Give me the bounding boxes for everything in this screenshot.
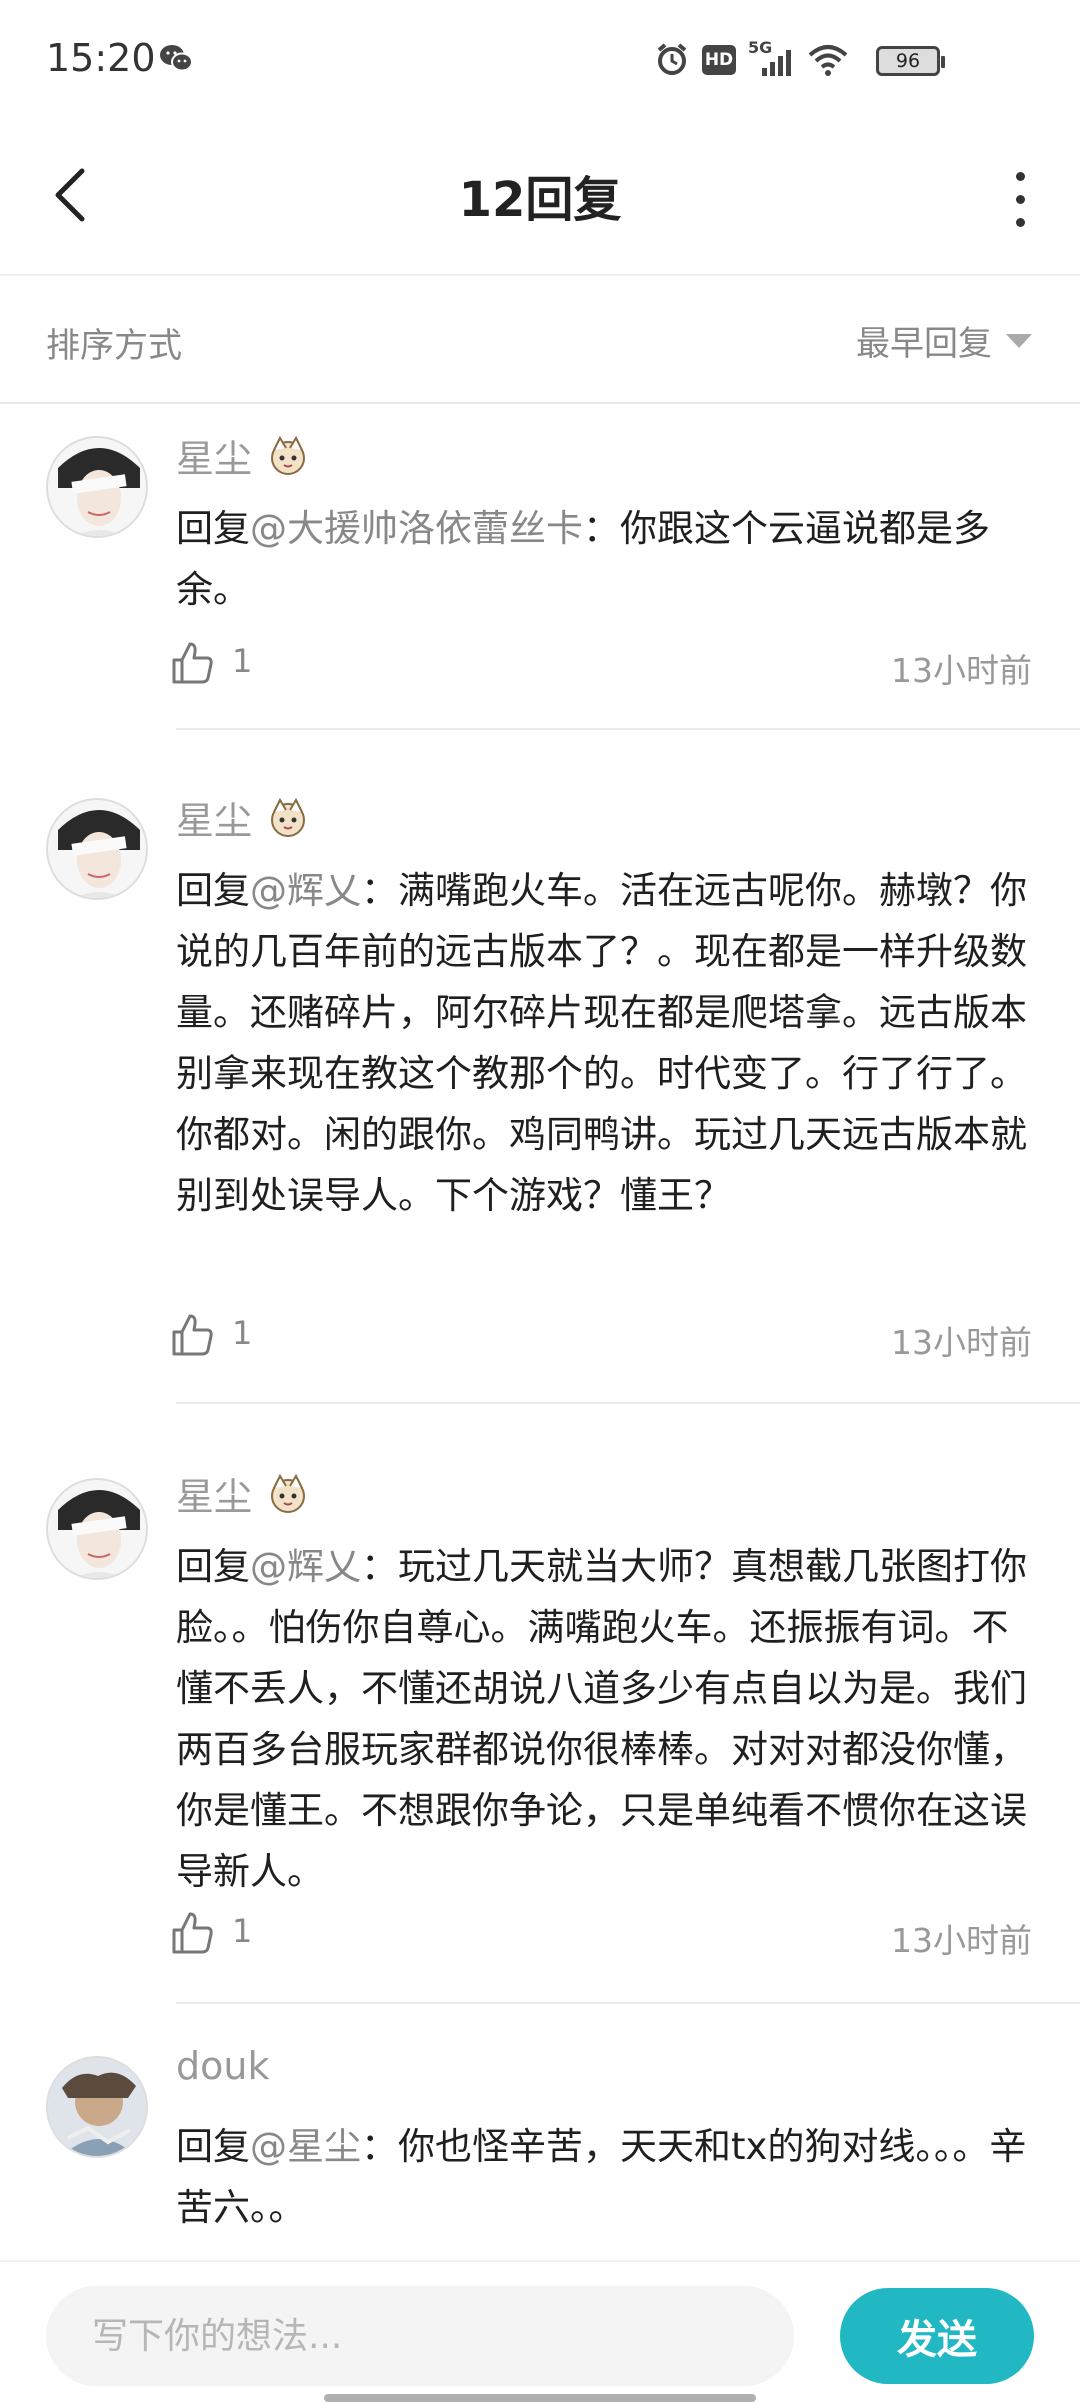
list-item: 星尘 回复@辉乂：玩过几天就当大师？真想截几张图打你脸。。怕伤你自尊心。满嘴跑火…	[0, 1404, 1080, 2004]
thumbs-up-icon[interactable]	[170, 1312, 214, 1358]
mention-link[interactable]: @辉乂	[250, 869, 361, 912]
avatar[interactable]	[46, 2056, 148, 2158]
reply-content: 回复@辉乂：玩过几天就当大师？真想截几张图打你脸。。怕伤你自尊心。满嘴跑火车。还…	[176, 1545, 1027, 1893]
like-count: 1	[232, 1912, 253, 1950]
mention-link[interactable]: @大援帅洛依蕾丝卡	[250, 507, 583, 550]
alarm-icon	[657, 43, 687, 75]
timestamp: 13小时前	[891, 1921, 1032, 1960]
username[interactable]: 星尘	[176, 1466, 252, 1521]
avatar[interactable]	[46, 1478, 148, 1580]
user-badge-icon	[271, 435, 306, 475]
reply-input[interactable]	[46, 2286, 794, 2386]
reply-footer: 1 13小时前	[170, 634, 1036, 694]
reply-footer: 1 13小时前	[170, 1306, 1036, 1366]
mention-link[interactable]: @星尘	[250, 2125, 361, 2168]
nav-bar: 12回复	[0, 120, 1080, 276]
home-indicator[interactable]	[324, 2394, 756, 2402]
battery-level: 96	[895, 50, 921, 72]
user-badge-icon	[271, 1473, 306, 1513]
dropdown-triangle-icon	[1006, 333, 1032, 348]
thumbs-up-icon[interactable]	[170, 640, 214, 686]
reply-footer: 1 13小时前	[170, 1904, 1036, 1964]
timestamp: 13小时前	[891, 651, 1032, 690]
wifi-icon	[808, 45, 848, 76]
page-title: 12回复	[458, 172, 622, 228]
status-time: 15:20	[46, 36, 156, 80]
avatar[interactable]	[46, 436, 148, 538]
reply-content: 回复@辉乂：满嘴跑火车。活在远古呢你。赫墩？你说的几百年前的远古版本了？。现在都…	[176, 869, 1027, 1217]
username[interactable]: 星尘	[176, 790, 252, 845]
avatar[interactable]	[46, 798, 148, 900]
mention-link[interactable]: @辉乂	[250, 1545, 361, 1588]
status-bar: 15:20 HD 5G 96	[0, 0, 1080, 120]
list-item: 星尘 回复@大援帅洛依蕾丝卡：你跟这个云逼说都是多余。 1 13小时前	[0, 406, 1080, 730]
wechat-icon	[160, 45, 193, 72]
reply-list[interactable]: 星尘 回复@大援帅洛依蕾丝卡：你跟这个云逼说都是多余。 1 13小时前 星尘 回…	[0, 406, 1080, 2260]
sort-label: 排序方式	[46, 326, 182, 366]
sort-bar: 排序方式 最早回复	[0, 276, 1080, 404]
thumbs-up-icon[interactable]	[170, 1910, 214, 1956]
timestamp: 13小时前	[891, 1323, 1032, 1362]
reply-content: 回复@大援帅洛依蕾丝卡：你跟这个云逼说都是多余。	[176, 507, 990, 611]
send-button[interactable]: 发送	[840, 2288, 1034, 2384]
battery-icon: 96	[876, 46, 945, 76]
list-item: 星尘 回复@辉乂：满嘴跑火车。活在远古呢你。赫墩？你说的几百年前的远古版本了？。…	[0, 730, 1080, 1404]
list-item: douk 回复@星尘：你也怪辛苦，天天和tx的狗对线。。。辛苦六。。	[0, 2004, 1080, 2260]
hd-badge: HD	[702, 45, 736, 75]
username[interactable]: 星尘	[176, 428, 252, 483]
sort-selected: 最早回复	[856, 324, 992, 364]
more-button[interactable]	[1000, 164, 1040, 234]
reply-content: 回复@星尘：你也怪辛苦，天天和tx的狗对线。。。辛苦六。。	[176, 2125, 1027, 2229]
more-vertical-icon	[1015, 171, 1025, 181]
username[interactable]: douk	[176, 2044, 269, 2088]
like-count: 1	[232, 642, 253, 680]
composer-bar: 发送	[0, 2260, 1080, 2408]
user-badge-icon	[271, 797, 306, 837]
like-count: 1	[232, 1314, 253, 1352]
sort-dropdown[interactable]: 最早回复	[856, 316, 1032, 365]
signal-icon: 5G	[748, 38, 796, 78]
